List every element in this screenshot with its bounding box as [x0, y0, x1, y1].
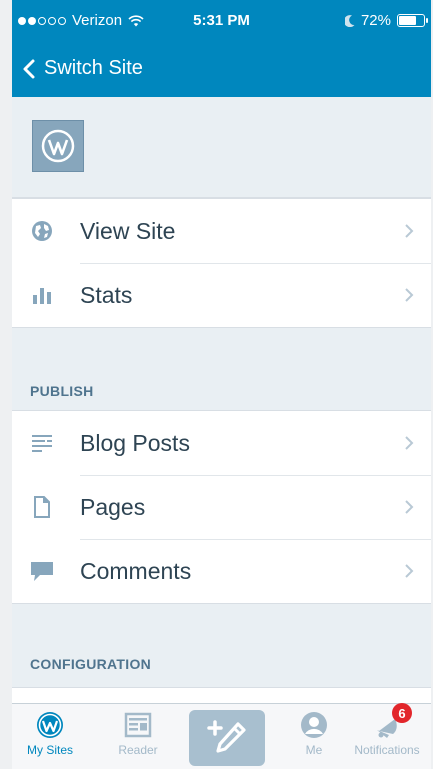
chevron-right-icon — [405, 564, 414, 578]
publish-section-header: PUBLISH — [30, 383, 94, 399]
moon-icon — [344, 14, 355, 27]
stats-label: Stats — [80, 281, 133, 308]
switch-site-button[interactable]: Switch Site — [12, 40, 431, 97]
new-post-button[interactable] — [189, 710, 265, 766]
tab-reader-label: Reader — [118, 743, 158, 757]
site-menu-main: View Site Stats — [12, 198, 431, 328]
chevron-right-icon — [405, 288, 414, 302]
status-right: 72% — [344, 12, 428, 29]
comments-label: Comments — [80, 557, 192, 584]
tab-notifications-label: Notifications — [354, 743, 420, 757]
posts-icon — [32, 435, 52, 452]
notifications-badge: 6 — [392, 703, 412, 723]
stats-bars-icon — [33, 288, 51, 304]
blog-posts-row[interactable]: Blog Posts — [12, 411, 431, 475]
tab-me[interactable]: Me — [286, 704, 342, 769]
chevron-right-icon — [405, 436, 414, 450]
status-bar: Verizon 5:31 PM 72% — [12, 0, 431, 40]
chevron-right-icon — [405, 224, 414, 238]
globe-icon — [32, 221, 52, 241]
site-menu-publish: Blog Posts Pages Comments — [12, 410, 431, 604]
site-icon[interactable] — [32, 120, 84, 172]
view-site-row[interactable]: View Site — [12, 199, 431, 263]
battery-icon — [397, 14, 428, 27]
configuration-section-header: CONFIGURATION — [30, 656, 152, 672]
battery-percent: 72% — [360, 12, 391, 29]
site-header — [12, 97, 431, 198]
top-bar: Verizon 5:31 PM 72% Switch Site — [12, 0, 431, 97]
tab-notifications[interactable]: 6 Notifications — [345, 703, 429, 769]
stats-row[interactable]: Stats — [12, 263, 431, 327]
phone-screen: Verizon 5:31 PM 72% Switch Site View Sit… — [12, 0, 431, 769]
avatar-icon — [301, 712, 327, 738]
page-icon — [34, 496, 50, 518]
chevron-right-icon — [405, 500, 414, 514]
view-site-label: View Site — [80, 217, 176, 244]
tab-my-sites[interactable]: My Sites — [22, 704, 78, 769]
battery-level — [399, 16, 416, 25]
comments-row[interactable]: Comments — [12, 539, 431, 603]
blog-posts-label: Blog Posts — [80, 429, 190, 456]
new-post-icon — [207, 720, 246, 753]
tab-bar: My Sites Reader Me 6 Notifications — [12, 703, 431, 769]
tab-me-label: Me — [305, 743, 323, 757]
pages-label: Pages — [80, 493, 146, 520]
tab-reader[interactable]: Reader — [110, 704, 166, 769]
wordpress-logo-icon — [37, 712, 63, 738]
wordpress-logo-icon — [41, 129, 75, 163]
background-left — [0, 0, 12, 769]
chevron-left-icon — [23, 59, 35, 78]
comment-icon — [31, 562, 53, 581]
pages-row[interactable]: Pages — [12, 475, 431, 539]
tab-my-sites-label: My Sites — [26, 743, 73, 757]
reader-icon — [124, 712, 152, 738]
switch-site-label: Switch Site — [44, 57, 143, 79]
